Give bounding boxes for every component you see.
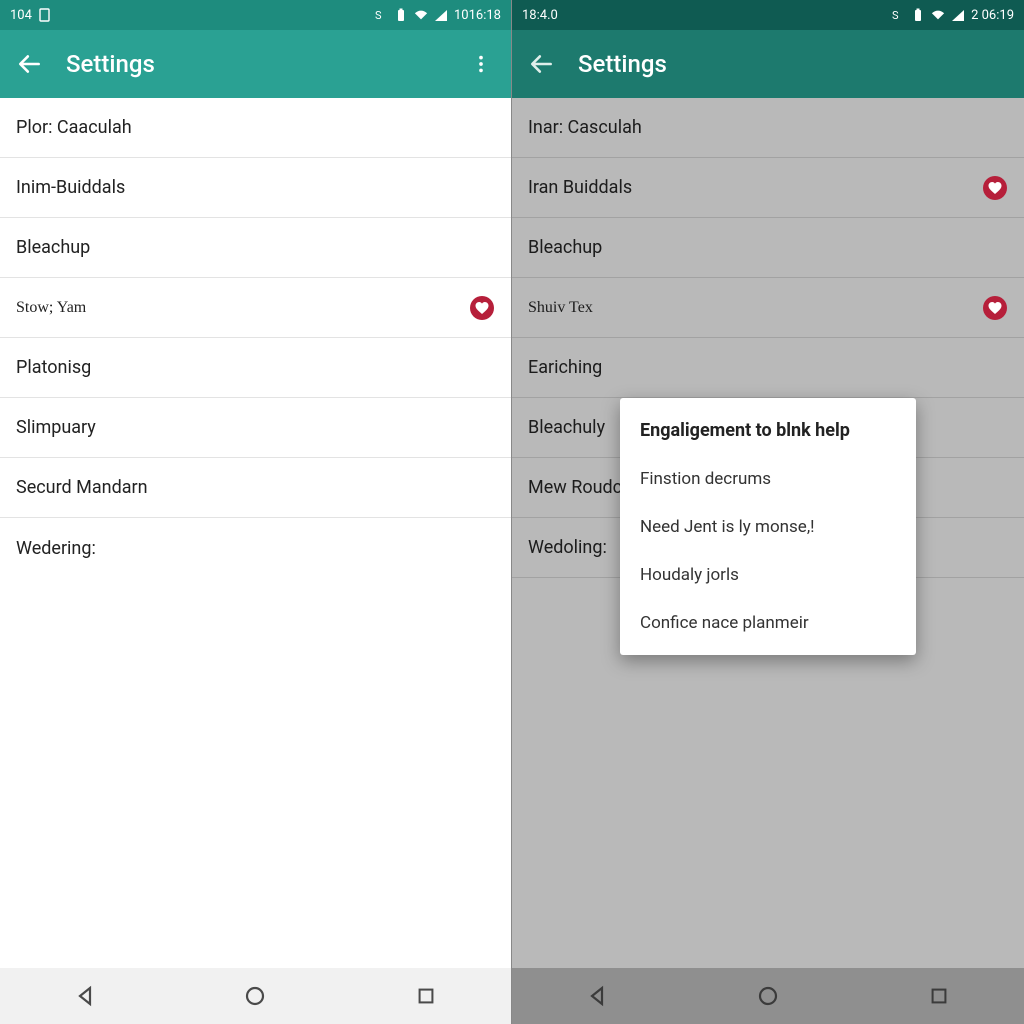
battery-icon — [911, 8, 925, 22]
wifi-icon — [414, 8, 428, 22]
status-clock-left: 18:4.0 — [522, 8, 558, 23]
back-button[interactable] — [8, 42, 52, 86]
arrow-back-icon — [529, 51, 555, 77]
nav-back-button[interactable] — [557, 976, 637, 1016]
settings-list: Plor: Caaculah Inim-Buiddals Bleachup Stow;… — [0, 98, 511, 968]
settings-row-label: Plor: Caaculah — [16, 117, 495, 138]
nav-back-icon — [585, 984, 609, 1008]
settings-row[interactable]: Inar: Casculah — [512, 98, 1024, 158]
settings-row[interactable]: Slimpuary — [0, 398, 511, 458]
popup-item[interactable]: Confice nace planmeir — [620, 599, 916, 647]
settings-row-label: Shuiv Tex — [528, 299, 982, 317]
status-clock: 2 06:19 — [971, 8, 1014, 23]
popup-title: Engaligement to blnk help — [620, 414, 916, 455]
popup-item[interactable]: Finstion decrums — [620, 455, 916, 503]
signal-s-icon: S — [891, 8, 905, 22]
popup-item[interactable]: Houdaly jorls — [620, 551, 916, 599]
settings-row[interactable]: Platonisg — [0, 338, 511, 398]
more-vert-icon — [470, 53, 492, 75]
status-clock: 1016:18 — [454, 8, 501, 23]
settings-row-label: Bleachup — [528, 237, 1008, 258]
settings-row[interactable]: Wedering: — [0, 518, 511, 578]
settings-row[interactable]: Plor: Caaculah — [0, 98, 511, 158]
nav-recents-button[interactable] — [386, 976, 466, 1016]
signal-s-icon: S — [374, 8, 388, 22]
page-title: Settings — [66, 50, 459, 78]
nav-back-button[interactable] — [45, 976, 125, 1016]
nav-home-button[interactable] — [728, 976, 808, 1016]
back-button[interactable] — [520, 42, 564, 86]
settings-row-label: Stow; Yam — [16, 299, 469, 317]
settings-row[interactable]: Stow; Yam — [0, 278, 511, 338]
nav-recents-icon — [415, 985, 437, 1007]
heart-badge-icon — [469, 295, 495, 321]
svg-text:S: S — [892, 9, 899, 21]
settings-row-label: Wedering: — [16, 538, 495, 559]
settings-row-label: Platonisg — [16, 357, 495, 378]
nav-recents-icon — [928, 985, 950, 1007]
settings-row-label: Eariching — [528, 357, 1008, 378]
status-bar: 104 S 1016:18 — [0, 0, 511, 30]
settings-row[interactable]: Iran Buiddals — [512, 158, 1024, 218]
wifi-icon — [931, 8, 945, 22]
heart-badge-icon — [982, 175, 1008, 201]
settings-row[interactable]: Shuiv Tex — [512, 278, 1024, 338]
popup-menu: Engaligement to blnk help Finstion decru… — [620, 398, 916, 655]
android-nav-bar — [0, 968, 511, 1024]
left-phone-screen: 104 S 1016:18 — [0, 0, 512, 1024]
arrow-back-icon — [17, 51, 43, 77]
settings-row[interactable]: Bleachup — [512, 218, 1024, 278]
popup-item[interactable]: Need Jent is ly monse,! — [620, 503, 916, 551]
app-bar: Settings — [512, 30, 1024, 98]
nav-recents-button[interactable] — [899, 976, 979, 1016]
overflow-menu-button[interactable] — [459, 42, 503, 86]
android-nav-bar — [512, 968, 1024, 1024]
row-badge — [982, 295, 1008, 321]
page-icon — [38, 8, 52, 22]
settings-row-label: Bleachup — [16, 237, 495, 258]
right-phone-screen: 18:4.0 S 2 06:19 — [512, 0, 1024, 1024]
row-badge — [469, 295, 495, 321]
settings-row[interactable]: Eariching — [512, 338, 1024, 398]
settings-row[interactable]: Bleachup — [0, 218, 511, 278]
row-badge — [982, 175, 1008, 201]
svg-text:S: S — [375, 9, 382, 21]
cell-icon — [951, 8, 965, 22]
cell-icon — [434, 8, 448, 22]
battery-icon — [394, 8, 408, 22]
status-clock-left: 104 — [10, 8, 32, 23]
page-title: Settings — [578, 50, 1016, 78]
settings-row-label: Inar: Casculah — [528, 117, 1008, 138]
settings-row-label: Iran Buiddals — [528, 177, 982, 198]
nav-home-icon — [756, 984, 780, 1008]
status-bar: 18:4.0 S 2 06:19 — [512, 0, 1024, 30]
nav-home-button[interactable] — [215, 976, 295, 1016]
settings-row-label: Securd Mandarn — [16, 477, 495, 498]
heart-badge-icon — [982, 295, 1008, 321]
settings-row-label: Inim-Buiddals — [16, 177, 495, 198]
nav-back-icon — [73, 984, 97, 1008]
app-bar: Settings — [0, 30, 511, 98]
settings-row[interactable]: Inim-Buiddals — [0, 158, 511, 218]
nav-home-icon — [243, 984, 267, 1008]
settings-row-label: Slimpuary — [16, 417, 495, 438]
settings-row[interactable]: Securd Mandarn — [0, 458, 511, 518]
